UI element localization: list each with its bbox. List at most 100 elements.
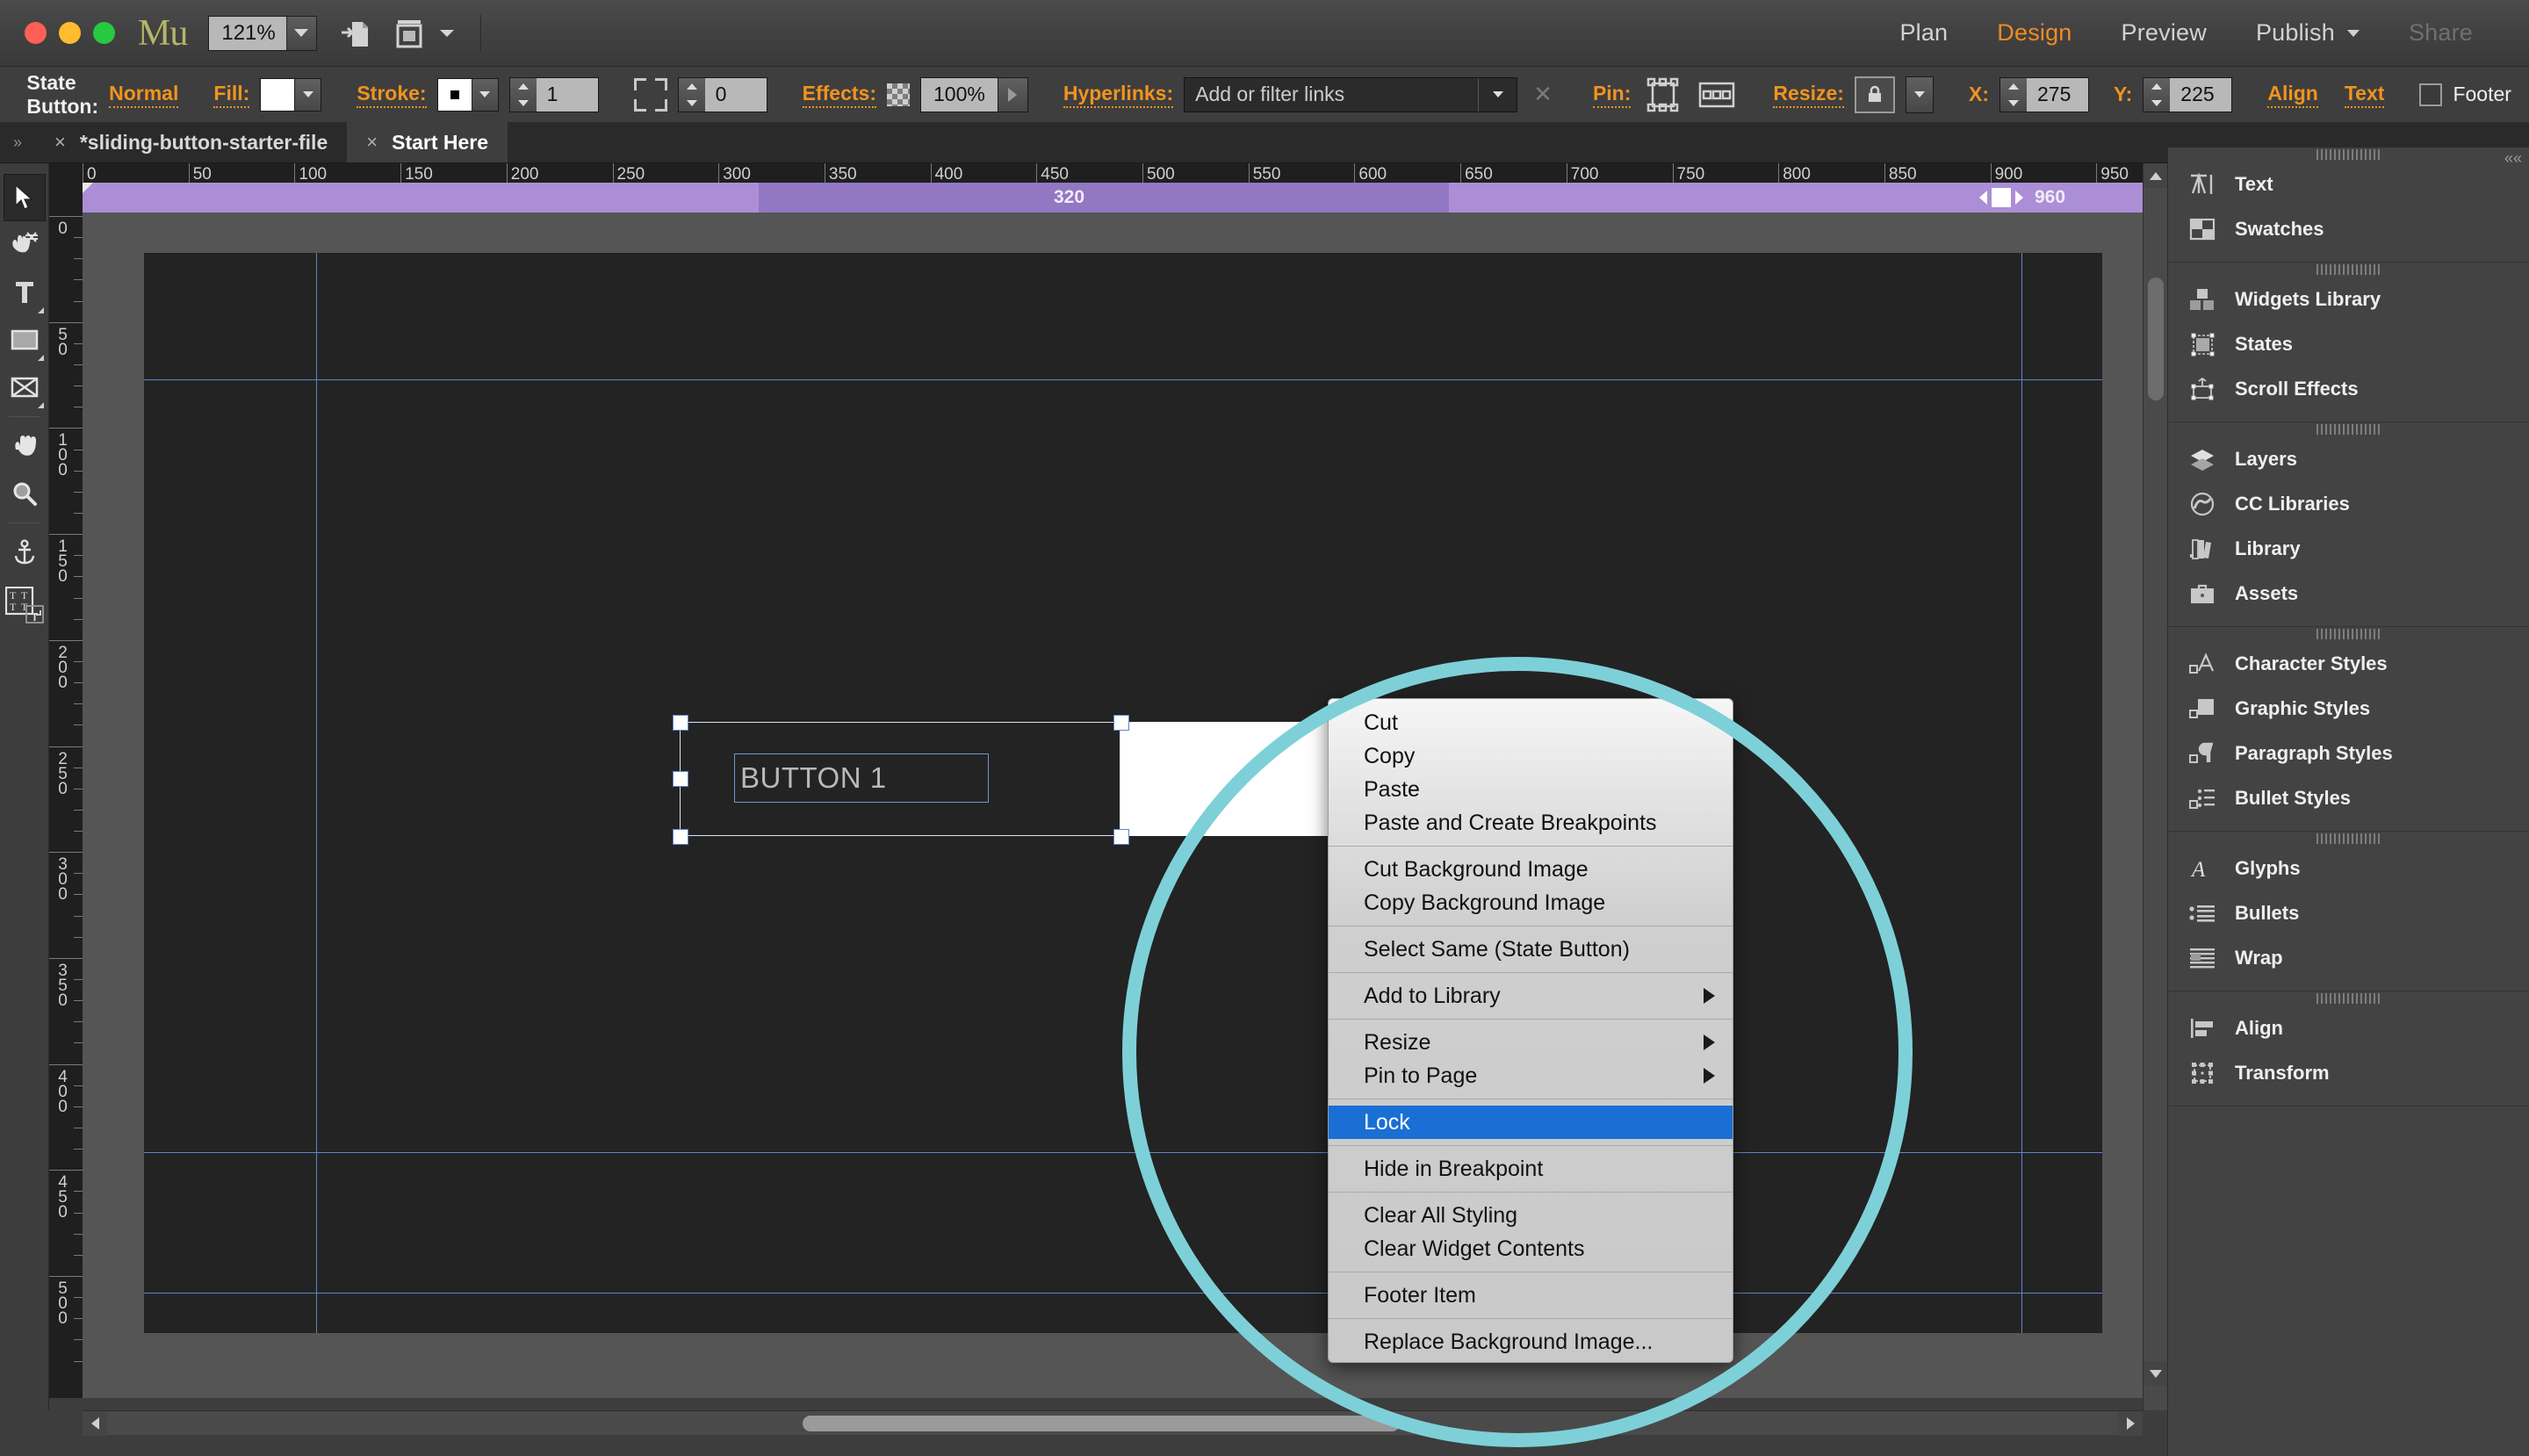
nav-design[interactable]: Design: [1972, 19, 2096, 47]
zoom-dropdown-button[interactable]: [285, 16, 316, 50]
menu-item-paste-and-create-breakpoints[interactable]: Paste and Create Breakpoints: [1329, 806, 1733, 840]
panel-item-cc-libraries[interactable]: CC Libraries: [2168, 481, 2529, 526]
panel-item-align[interactable]: Align: [2168, 1006, 2529, 1050]
stroke-color-swatch[interactable]: [437, 78, 472, 111]
panel-item-bullets[interactable]: Bullets: [2168, 890, 2529, 935]
panel-group-grip[interactable]: [2168, 148, 2529, 162]
y-position-stepper[interactable]: 225: [2143, 76, 2233, 112]
fill-dropdown-button[interactable]: [294, 78, 321, 111]
export-page-button[interactable]: [340, 17, 373, 50]
y-spin-buttons[interactable]: [2144, 77, 2171, 112]
stroke-width-decrement[interactable]: [510, 95, 537, 112]
resize-handle-top-right[interactable]: [1113, 715, 1129, 731]
corner-radius-decrement[interactable]: [679, 95, 705, 112]
corner-radius-spin-buttons[interactable]: [678, 77, 705, 112]
menu-item-cut[interactable]: Cut: [1329, 706, 1733, 739]
resize-handle-bottom-right[interactable]: [1113, 829, 1129, 845]
x-decrement[interactable]: [2000, 95, 2027, 112]
panel-group-grip[interactable]: [2168, 832, 2529, 846]
stroke-width-stepper[interactable]: 1: [508, 76, 599, 112]
tab-start-here[interactable]: × Start Here: [347, 122, 508, 162]
dock-collapse-handle[interactable]: ««: [2504, 149, 2522, 168]
panel-item-scroll-effects[interactable]: Scroll Effects: [2168, 366, 2529, 411]
menu-item-resize[interactable]: Resize: [1329, 1026, 1733, 1059]
menu-item-hide-in-breakpoint[interactable]: Hide in Breakpoint: [1329, 1152, 1733, 1186]
hyperlinks-label[interactable]: Hyperlinks:: [1063, 82, 1174, 108]
close-icon[interactable]: ×: [54, 131, 66, 154]
nav-preview[interactable]: Preview: [2097, 19, 2231, 47]
hyperlinks-dropdown-button[interactable]: [1478, 77, 1517, 112]
panel-item-graphic-styles[interactable]: Graphic Styles: [2168, 686, 2529, 731]
vertical-scroll-thumb[interactable]: [2148, 278, 2164, 400]
y-decrement[interactable]: [2144, 95, 2170, 112]
design-canvas[interactable]: BUTTON 1: [83, 213, 2143, 1398]
panel-group-grip[interactable]: [2168, 627, 2529, 641]
panel-item-widgets-library[interactable]: Widgets Library: [2168, 277, 2529, 321]
panel-item-glyphs[interactable]: A Glyphs: [2168, 846, 2529, 890]
corner-radius-increment[interactable]: [679, 78, 705, 95]
tool-hand[interactable]: [4, 422, 46, 470]
tool-selection[interactable]: [3, 174, 46, 221]
panel-item-text[interactable]: Text: [2168, 162, 2529, 206]
resize-label[interactable]: Resize:: [1773, 82, 1844, 108]
clear-hyperlink-button[interactable]: ✕: [1528, 81, 1558, 108]
tab-sliding-button-starter-file[interactable]: × *sliding-button-starter-file: [35, 122, 347, 162]
menu-item-cut-background-image[interactable]: Cut Background Image: [1329, 853, 1733, 886]
panel-group-grip[interactable]: [2168, 991, 2529, 1006]
breakpoint-bar[interactable]: 320 960: [83, 183, 2143, 213]
page-area[interactable]: BUTTON 1: [144, 253, 2102, 1333]
tool-rectangle[interactable]: [4, 316, 46, 364]
menu-item-copy[interactable]: Copy: [1329, 739, 1733, 773]
horizontal-scrollbar[interactable]: [83, 1410, 2143, 1436]
stroke-dropdown-button[interactable]: [471, 78, 498, 111]
scroll-up-button[interactable]: [2144, 163, 2168, 188]
panel-item-states[interactable]: States: [2168, 321, 2529, 366]
tool-crop[interactable]: [4, 221, 46, 269]
effects-opacity-combo[interactable]: 100%: [919, 76, 1028, 112]
close-icon[interactable]: ×: [366, 131, 378, 154]
panel-item-library[interactable]: Library: [2168, 526, 2529, 571]
resize-dropdown-button[interactable]: [1905, 76, 1934, 113]
effects-label[interactable]: Effects:: [802, 82, 876, 108]
vertical-scrollbar[interactable]: [2143, 163, 2168, 1410]
tool-anchor[interactable]: [4, 529, 46, 576]
pin-anchor-grid-icon[interactable]: [1641, 75, 1685, 115]
panel-item-layers[interactable]: Layers: [2168, 436, 2529, 481]
nav-publish[interactable]: Publish: [2231, 19, 2384, 47]
menu-item-clear-all-styling[interactable]: Clear All Styling: [1329, 1199, 1733, 1232]
close-window-button[interactable]: [25, 22, 47, 44]
effects-expand-button[interactable]: [998, 76, 1028, 112]
button-text-frame[interactable]: BUTTON 1: [734, 753, 989, 803]
y-increment[interactable]: [2144, 78, 2170, 95]
menu-item-pin-to-page[interactable]: Pin to Page: [1329, 1059, 1733, 1092]
tool-type-grid[interactable]: T T T T: [4, 576, 46, 634]
breakpoint-preview-button[interactable]: [396, 17, 454, 50]
scroll-left-button[interactable]: [83, 1411, 107, 1436]
fill-label[interactable]: Fill:: [213, 82, 250, 108]
context-menu[interactable]: Cut Copy Paste Paste and Create Breakpoints…: [1328, 698, 1733, 1363]
scroll-right-button[interactable]: [2118, 1411, 2143, 1436]
resize-handle-bottom-left[interactable]: [673, 829, 688, 845]
x-increment[interactable]: [2000, 78, 2027, 95]
menu-item-add-to-library[interactable]: Add to Library: [1329, 979, 1733, 1013]
pin-label[interactable]: Pin:: [1592, 82, 1632, 108]
fill-swatch-combo[interactable]: [260, 77, 322, 112]
zoom-level-combo[interactable]: 121%: [208, 15, 317, 51]
y-position-value[interactable]: 225: [2170, 77, 2232, 112]
breakpoint-handle-square[interactable]: [1992, 188, 2011, 207]
panel-item-paragraph-styles[interactable]: Paragraph Styles: [2168, 731, 2529, 775]
text-button[interactable]: Text: [2344, 82, 2385, 108]
align-button[interactable]: Align: [2267, 82, 2318, 108]
menu-item-select-same-state-button[interactable]: Select Same (State Button): [1329, 933, 1733, 966]
breakpoint-handle-960[interactable]: 960: [1979, 187, 2065, 208]
stroke-width-increment[interactable]: [510, 78, 537, 95]
x-position-stepper[interactable]: 275: [1999, 76, 2089, 112]
tool-zoom[interactable]: [4, 470, 46, 517]
panel-item-bullet-styles[interactable]: Bullet Styles: [2168, 775, 2529, 820]
menu-item-clear-widget-contents[interactable]: Clear Widget Contents: [1329, 1232, 1733, 1265]
scroll-down-button[interactable]: [2144, 1361, 2168, 1386]
menu-item-lock[interactable]: Lock: [1329, 1106, 1733, 1139]
minimize-window-button[interactable]: [59, 22, 81, 44]
menu-item-copy-background-image[interactable]: Copy Background Image: [1329, 886, 1733, 919]
effects-opacity-value[interactable]: 100%: [919, 76, 998, 112]
